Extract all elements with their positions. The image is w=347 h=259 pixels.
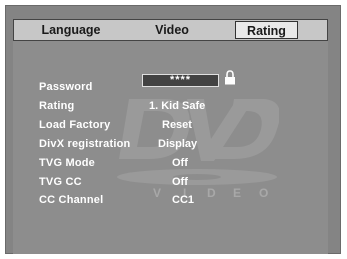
password-label: Password (39, 81, 93, 93)
rating-value[interactable]: 1. Kid Safe (149, 100, 205, 112)
watermark-video-text: V (153, 186, 161, 199)
password-field[interactable]: **** (142, 74, 219, 87)
tab-bar: Language Video Rating (13, 19, 328, 41)
settings-window: Language Video Rating V I D E O Password… (5, 5, 341, 254)
svg-text:D: D (207, 186, 216, 199)
tvg-cc-value[interactable]: Off (172, 176, 188, 188)
settings-panel: V I D E O Password **** Rating 1. Kid Sa… (13, 41, 328, 254)
tvg-mode-value[interactable]: Off (172, 157, 188, 169)
load-factory-label: Load Factory (39, 119, 111, 131)
tab-language[interactable]: Language (31, 22, 111, 39)
load-factory-value[interactable]: Reset (162, 119, 192, 131)
divx-registration-value[interactable]: Display (158, 138, 197, 150)
tab-rating[interactable]: Rating (235, 21, 298, 39)
lock-icon (225, 70, 235, 85)
svg-text:O: O (259, 186, 268, 199)
tvg-mode-label: TVG Mode (39, 157, 95, 169)
rating-label: Rating (39, 100, 75, 112)
tvg-cc-label: TVG CC (39, 176, 82, 188)
cc-channel-value[interactable]: CC1 (172, 194, 194, 206)
svg-text:E: E (233, 186, 241, 199)
divx-registration-label: DivX registration (39, 138, 131, 150)
cc-channel-label: CC Channel (39, 194, 104, 206)
tab-video[interactable]: Video (142, 22, 202, 39)
